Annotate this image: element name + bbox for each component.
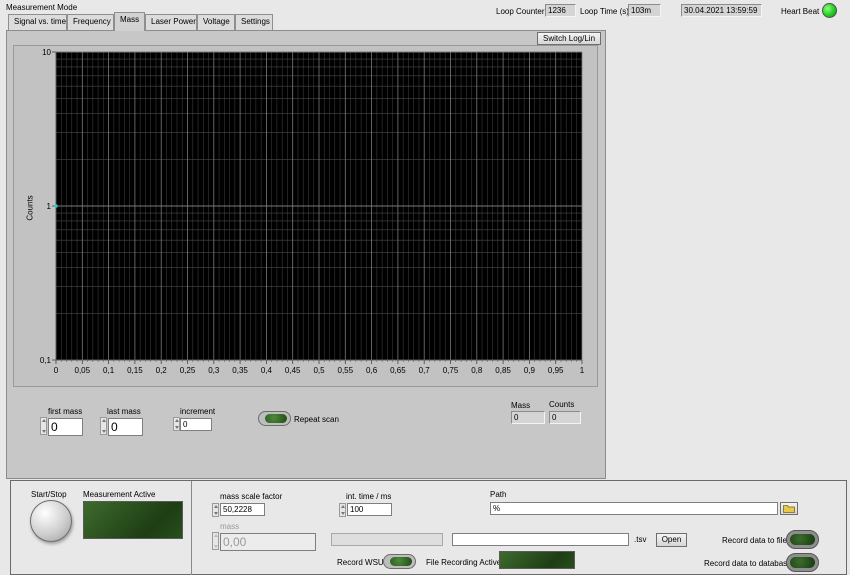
mass-scale-factor-input[interactable]: 50,2228 [220,503,265,516]
tab-signal-vs-time[interactable]: Signal vs. time [8,14,67,30]
x-tick-label: 0,6 [366,366,378,375]
mass-spinner [212,532,219,550]
x-tick-label: 0,4 [261,366,273,375]
tab-frequency[interactable]: Frequency [67,14,114,30]
tab-settings[interactable]: Settings [235,14,273,30]
start-stop-label: Start/Stop [31,490,67,499]
record-wsu-toggle[interactable] [383,554,416,569]
counts-readout-label: Counts [549,400,575,409]
mass-scale-factor-label: mass scale factor [220,492,283,501]
tab-voltage[interactable]: Voltage [197,14,235,30]
y-tick-label: 1 [47,202,52,211]
filename-input[interactable] [452,533,629,546]
repeat-scan-toggle[interactable] [258,411,291,426]
path-label: Path [490,490,507,499]
x-axis: 0 0,05 0,1 0,15 0,2 0,25 0,3 0,35 0,4 0,45 0,5 0,55… [54,359,585,375]
x-tick-label: 0,05 [75,366,91,375]
x-tick-label: 1 [580,366,585,375]
last-mass-input[interactable]: 0 [108,418,143,436]
y-tick-label: 10 [42,48,51,57]
record-to-database-button[interactable] [786,553,819,572]
mass-readout: 0 [511,411,545,424]
file-recording-active-label: File Recording Active [426,558,502,567]
path-input[interactable]: % [490,502,778,515]
x-tick-label: 0,9 [524,366,536,375]
mass-readout-label: Mass [511,401,531,410]
series [54,204,58,208]
measurement-active-led [83,501,183,539]
record-to-file-button[interactable] [786,530,819,549]
loop-counter-label: Loop Counter [496,7,545,16]
x-tick-label: 0,2 [156,366,168,375]
x-tick-label: 0 [54,366,59,375]
int-time-label: int. time / ms [346,492,392,501]
bottom-divider [191,481,192,575]
mass-input: 0,00 [220,533,316,551]
record-to-database-label: Record data to database [704,559,792,568]
first-mass-input[interactable]: 0 [48,418,83,436]
counts-readout: 0 [549,411,581,424]
datetime-indicator: 30.04.2021 13:59:59 [681,4,762,17]
file-recording-led [499,551,575,569]
x-tick-label: 0,25 [180,366,196,375]
repeat-scan-label: Repeat scan [294,415,339,424]
x-tick-label: 0,95 [548,366,564,375]
loop-time-indicator: 103m [628,4,661,17]
loop-time-label: Loop Time (s) [580,7,629,16]
increment-spinner[interactable] [173,417,180,431]
increment-label: increment [180,407,216,416]
y-axis: 10 1 0,1 [40,48,57,365]
last-mass-spinner[interactable] [100,417,107,435]
tab-laser-power[interactable]: Laser Power [145,14,197,30]
browse-folder-button[interactable] [780,502,798,515]
x-tick-label: 0,85 [495,366,511,375]
x-tick-label: 0,55 [338,366,354,375]
record-wsu-label: Record WSU [337,558,384,567]
record-to-file-label: Record data to file [722,536,787,545]
tab-mass[interactable]: Mass [114,12,145,31]
last-mass-label: last mass [107,407,141,416]
x-tick-label: 0,45 [285,366,301,375]
tsv-extension-label: .tsv [634,535,647,544]
folder-icon [783,505,795,513]
int-time-spinner[interactable] [339,503,346,517]
x-tick-label: 0,35 [232,366,248,375]
heartbeat-led [822,3,837,18]
heartbeat-label: Heart Beat [781,7,820,16]
loop-counter-indicator: 1236 [545,4,576,17]
data-point [54,204,58,208]
measurement-mode-label: Measurement Mode [6,3,78,12]
switch-log-lin-button[interactable]: Switch Log/Lin [537,32,601,45]
progress-bar [331,533,443,546]
x-tick-label: 0,8 [471,366,483,375]
x-tick-label: 0,7 [419,366,431,375]
mass-graph[interactable]: 0 0,05 0,1 0,15 0,2 0,25 0,3 0,35 0,4 0,45 0,5 0,55… [13,45,598,387]
x-tick-label: 0,3 [208,366,220,375]
mass-scale-spinner[interactable] [212,503,219,517]
first-mass-label: first mass [48,407,83,416]
y-tick-label: 0,1 [40,356,52,365]
increment-input[interactable]: 0 [180,418,212,431]
x-tick-label: 0,65 [390,366,406,375]
x-tick-label: 0,75 [443,366,459,375]
start-stop-button[interactable] [30,500,72,542]
x-tick-label: 0,5 [313,366,325,375]
x-tick-label: 0,1 [103,366,115,375]
measurement-active-label: Measurement Active [83,490,156,499]
mass-label: mass [220,522,240,531]
first-mass-spinner[interactable] [40,417,47,435]
open-button[interactable]: Open [656,533,687,547]
major-grid [55,51,583,361]
int-time-input[interactable]: 100 [347,503,392,516]
x-tick-label: 0,15 [127,366,143,375]
